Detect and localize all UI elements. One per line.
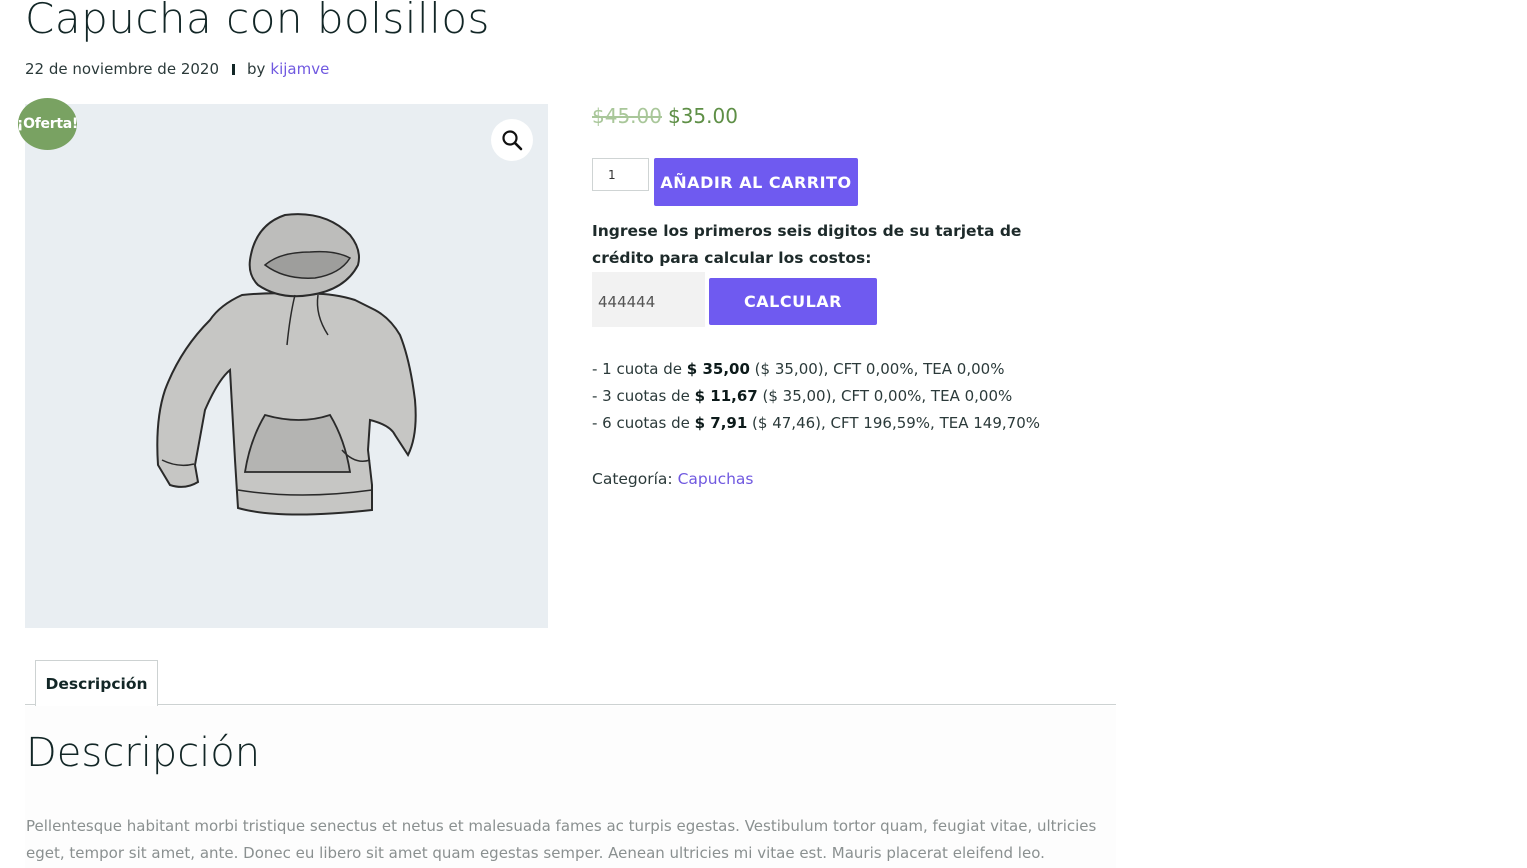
sale-price: $35.00 <box>667 104 738 128</box>
installment-prefix: - 6 cuotas de <box>592 414 695 432</box>
installment-detail: ($ 47,46), CFT 196,59%, TEA 149,70% <box>747 414 1040 432</box>
zoom-button[interactable] <box>491 119 533 161</box>
installment-row: - 1 cuota de $ 35,00 ($ 35,00), CFT 0,00… <box>592 356 1040 383</box>
tab-description[interactable]: Descripción <box>35 660 158 706</box>
magnifier-icon <box>502 130 523 151</box>
card-digits-label: Ingrese los primeros seis digitos de su … <box>592 222 1022 267</box>
installment-amount: $ 35,00 <box>686 360 750 378</box>
description-text: Pellentesque habitant morbi tristique se… <box>26 817 1097 862</box>
quantity-input[interactable]: 1 <box>592 158 649 191</box>
author-link[interactable]: kijamve <box>270 60 329 78</box>
meta-separator <box>232 63 235 75</box>
sale-badge: ¡Oferta! <box>17 98 78 150</box>
installment-row: - 3 cuotas de $ 11,67 ($ 35,00), CFT 0,0… <box>592 383 1040 410</box>
product-title: Capucha con bolsillos <box>25 0 490 43</box>
installment-detail: ($ 35,00), CFT 0,00%, TEA 0,00% <box>749 360 1005 378</box>
by-label: by <box>247 60 266 78</box>
description-heading: Descripción <box>26 730 261 776</box>
category-link[interactable]: Capuchas <box>678 470 754 488</box>
card-digits-input[interactable]: 444444 <box>592 272 705 327</box>
installment-detail: ($ 35,00), CFT 0,00%, TEA 0,00% <box>757 387 1013 405</box>
installment-prefix: - 3 cuotas de <box>592 387 695 405</box>
category-label: Categoría: <box>592 470 673 488</box>
tabs-divider <box>25 704 1116 705</box>
post-date[interactable]: 22 de noviembre de 2020 <box>25 60 219 78</box>
product-category: Categoría: Capuchas <box>592 470 754 488</box>
old-price: $45.00 <box>592 104 662 128</box>
hoodie-image[interactable] <box>150 210 420 520</box>
installment-prefix: - 1 cuota de <box>592 360 687 378</box>
add-to-cart-button[interactable]: AÑADIR AL CARRITO <box>654 158 858 206</box>
installment-row: - 6 cuotas de $ 7,91 ($ 47,46), CFT 196,… <box>592 410 1040 437</box>
product-page: Capucha con bolsillos 22 de noviembre de… <box>0 0 1527 868</box>
calculate-button[interactable]: CALCULAR <box>709 278 877 325</box>
post-meta: 22 de noviembre de 2020 by kijamve <box>25 60 329 78</box>
product-price: $45.00 $35.00 <box>592 104 738 128</box>
installments-list: - 1 cuota de $ 35,00 ($ 35,00), CFT 0,00… <box>592 356 1040 437</box>
installment-amount: $ 11,67 <box>694 387 758 405</box>
installment-amount: $ 7,91 <box>694 414 748 432</box>
